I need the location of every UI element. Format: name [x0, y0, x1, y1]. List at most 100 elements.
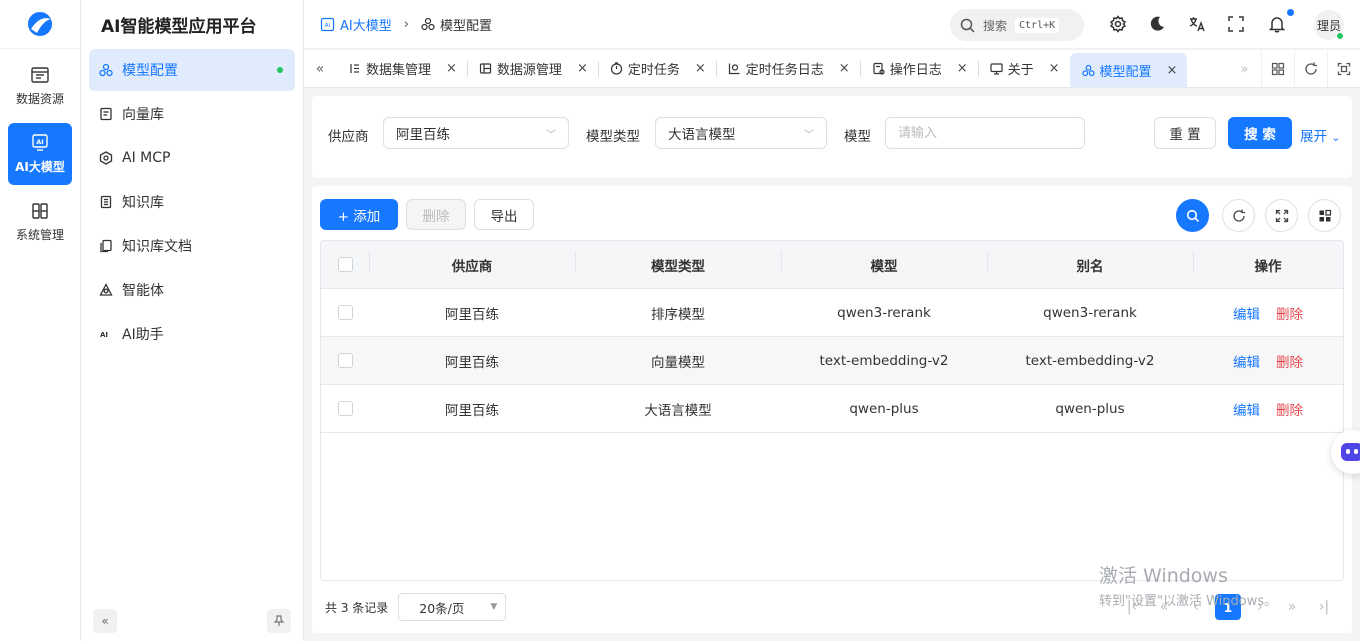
cell-type: 向量模型: [651, 354, 705, 371]
row-checkbox[interactable]: [337, 305, 353, 320]
provider-label: 供应商: [328, 129, 369, 145]
translate-icon[interactable]: [1188, 15, 1206, 33]
collapse-menu-button[interactable]: «: [93, 609, 117, 633]
last-page-icon[interactable]: ›|: [1308, 593, 1340, 621]
next-page-icon[interactable]: ›: [1244, 593, 1276, 621]
close-icon[interactable]: ×: [957, 61, 968, 76]
settings-gear-icon[interactable]: [1109, 15, 1127, 33]
global-search[interactable]: 搜索 Ctrl+K: [950, 9, 1084, 41]
refresh-table-button[interactable]: [1222, 199, 1255, 232]
column-header-provider[interactable]: 供应商: [369, 250, 575, 275]
tab-label: 关于: [1007, 63, 1034, 78]
tab-label: 数据源管理: [496, 63, 562, 78]
column-settings-button[interactable]: [1308, 199, 1341, 232]
page-size-select[interactable]: 20条/页 ▼: [398, 593, 507, 621]
close-icon[interactable]: ×: [839, 61, 850, 76]
expand-toggle[interactable]: 展开 ⌄: [1300, 125, 1341, 145]
row-select-cell: [321, 353, 369, 368]
cell-actions: 编辑 删除: [1193, 303, 1343, 323]
menu-item-vector[interactable]: 向量库: [89, 93, 295, 135]
column-header-model[interactable]: 模型: [781, 250, 987, 275]
docs-icon: [100, 239, 112, 253]
menu-item-agent[interactable]: 智能体: [89, 269, 295, 311]
column-header-type[interactable]: 模型类型: [575, 250, 781, 275]
breadcrumb-item-ai-model[interactable]: AI AI大模型: [320, 15, 392, 34]
menu-footer: «: [93, 609, 291, 633]
tab-grid-button[interactable]: [1261, 50, 1294, 88]
row-checkbox[interactable]: [337, 401, 353, 416]
model-input[interactable]: [885, 117, 1085, 149]
prev-jump-icon[interactable]: «: [1148, 593, 1180, 621]
timer-icon: [610, 62, 622, 75]
tabs-scroll-left-button[interactable]: «: [304, 50, 336, 87]
column-header-alias[interactable]: 别名: [987, 250, 1193, 275]
menu-item-knowledge[interactable]: 知识库: [89, 181, 295, 223]
delete-link[interactable]: 删除: [1276, 403, 1303, 419]
menu-item-knowledge-docs[interactable]: 知识库文档: [89, 225, 295, 267]
close-icon[interactable]: ×: [1167, 63, 1178, 78]
tab-task-log[interactable]: 定时任务日志 ×: [715, 50, 860, 87]
edit-link[interactable]: 编辑: [1233, 307, 1260, 323]
chevron-right-icon: ›: [403, 16, 409, 32]
delete-link[interactable]: 删除: [1276, 307, 1303, 323]
prev-page-icon[interactable]: ‹: [1180, 593, 1212, 621]
dark-mode-moon-icon[interactable]: [1148, 15, 1166, 33]
close-icon[interactable]: ×: [1049, 61, 1060, 76]
fullscreen-icon[interactable]: [1227, 15, 1245, 33]
ai-model-icon: AI: [320, 17, 335, 31]
delete-link[interactable]: 删除: [1276, 355, 1303, 371]
tab-model-config[interactable]: 模型配置 ×: [1069, 53, 1188, 87]
pin-menu-button[interactable]: [267, 609, 291, 633]
datasource-icon: [479, 63, 492, 74]
expand-arrows-icon: [1275, 209, 1288, 222]
notification-bell-icon[interactable]: [1268, 15, 1286, 33]
menu-item-ai-assistant[interactable]: AI AI助手: [89, 313, 295, 355]
tab-dataset[interactable]: 数据集管理 ×: [336, 50, 467, 87]
toggle-search-button[interactable]: [1176, 199, 1209, 232]
search-button[interactable]: 搜 索: [1228, 117, 1292, 149]
menu-item-mcp[interactable]: AI MCP: [89, 137, 295, 179]
logo[interactable]: [0, 0, 80, 49]
edit-link[interactable]: 编辑: [1233, 403, 1260, 419]
tab-operation-log[interactable]: 操作日志 ×: [859, 50, 978, 87]
rail-item-system[interactable]: 系统管理: [8, 191, 72, 253]
model-table: 供应商 模型类型 模型 别名 操作 阿里百练 排序模型 qwen3-rerank…: [320, 240, 1344, 581]
edit-link[interactable]: 编辑: [1233, 355, 1260, 371]
rail-item-data-resource[interactable]: 数据资源: [8, 55, 72, 117]
first-page-icon[interactable]: |‹: [1116, 593, 1148, 621]
close-icon[interactable]: ×: [446, 61, 457, 76]
close-icon[interactable]: ×: [577, 61, 588, 76]
tabs-scroll-right-button[interactable]: »: [1228, 50, 1261, 88]
next-jump-icon[interactable]: »: [1276, 593, 1308, 621]
breadcrumb-label: AI大模型: [340, 18, 392, 34]
tab-about[interactable]: 关于 ×: [977, 50, 1070, 87]
reset-button[interactable]: 重 置: [1154, 117, 1216, 149]
menu-item-model-config[interactable]: 模型配置: [89, 49, 295, 91]
tab-label: 操作日志: [889, 63, 942, 78]
rail-item-ai-model[interactable]: AI AI大模型: [8, 123, 72, 185]
row-checkbox[interactable]: [337, 353, 353, 368]
export-button[interactable]: 导出: [474, 199, 534, 230]
page-number-current[interactable]: 1: [1215, 594, 1241, 620]
add-button[interactable]: + 添加: [320, 199, 398, 230]
ai-assistant-icon: AI: [100, 331, 108, 339]
ai-glyph: AI: [100, 331, 108, 339]
tab-label: 模型配置: [1099, 64, 1152, 80]
table-fullscreen-button[interactable]: [1265, 199, 1298, 232]
caret-down-icon: ▼: [490, 602, 498, 612]
breadcrumb-item-model-config: 模型配置: [421, 15, 492, 34]
menu-label: 知识库文档: [122, 239, 192, 255]
tab-scheduled-task[interactable]: 定时任务 ×: [597, 50, 716, 87]
select-all-checkbox[interactable]: [337, 257, 353, 272]
close-icon[interactable]: ×: [695, 61, 706, 76]
tab-refresh-button[interactable]: [1294, 50, 1327, 88]
menu-label: 智能体: [122, 283, 164, 299]
tab-datasource[interactable]: 数据源管理 ×: [466, 50, 598, 87]
provider-select[interactable]: 阿里百练 ﹀: [383, 117, 569, 149]
ai-glyph: AI: [325, 23, 331, 29]
breadcrumb: AI AI大模型 › 模型配置: [304, 15, 492, 34]
model-type-select[interactable]: 大语言模型 ﹀: [655, 117, 827, 149]
cell-model: qwen3-rerank: [837, 304, 931, 321]
tab-maximize-button[interactable]: [1327, 50, 1360, 88]
user-avatar[interactable]: 理员: [1314, 10, 1344, 40]
